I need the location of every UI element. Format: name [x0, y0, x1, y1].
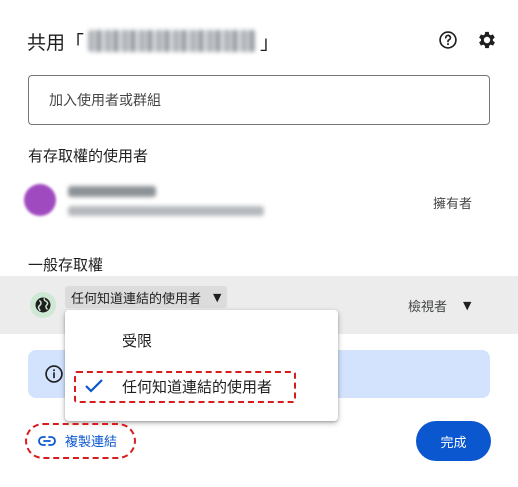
title-prefix: 共用「 — [27, 31, 85, 54]
menu-item-anyone-with-link[interactable]: 任何知道連結的使用者 — [65, 366, 338, 406]
gear-icon[interactable] — [475, 28, 499, 52]
people-with-access-heading: 有存取權的使用者 — [28, 147, 149, 165]
chevron-down-icon: ▼ — [463, 299, 472, 312]
menu-item-label: 任何知道連結的使用者 — [122, 377, 273, 396]
title-suffix: 」 — [260, 31, 280, 54]
redacted-user-name — [68, 186, 156, 197]
chevron-down-icon: ▼ — [213, 290, 222, 304]
role-dropdown[interactable]: 檢視者 ▼ — [408, 296, 471, 315]
copy-link-button[interactable]: 複製連結 — [38, 431, 117, 450]
menu-item-restricted[interactable]: 受限 — [65, 320, 338, 360]
menu-item-label: 受限 — [122, 331, 153, 350]
copy-link-label: 複製連結 — [65, 435, 118, 450]
check-icon — [83, 376, 105, 396]
share-dialog: 共用「 」 加入使用者或群組 有存取權的使用者 擁有者 一般存取權 任何知道連結… — [0, 0, 518, 487]
dialog-title: 共用「 」 — [27, 28, 279, 54]
general-access-selected: 任何知道連結的使用者 — [71, 291, 202, 307]
link-icon — [38, 435, 56, 447]
avatar — [24, 184, 56, 216]
redacted-file-name — [88, 30, 257, 52]
add-people-placeholder: 加入使用者或群組 — [49, 93, 161, 109]
redacted-user-email — [68, 206, 264, 216]
general-access-menu: 受限 任何知道連結的使用者 — [65, 310, 338, 421]
role-label: 檢視者 — [408, 300, 448, 315]
general-access-heading: 一般存取權 — [28, 256, 104, 274]
done-label: 完成 — [440, 435, 467, 451]
done-button[interactable]: 完成 — [416, 421, 491, 461]
general-access-dropdown[interactable]: 任何知道連結的使用者 ▼ — [65, 286, 228, 308]
owner-role: 擁有者 — [433, 197, 473, 212]
help-icon[interactable] — [436, 28, 460, 52]
globe-icon — [30, 292, 56, 318]
info-icon — [44, 364, 64, 384]
add-people-input[interactable]: 加入使用者或群組 — [28, 75, 490, 125]
